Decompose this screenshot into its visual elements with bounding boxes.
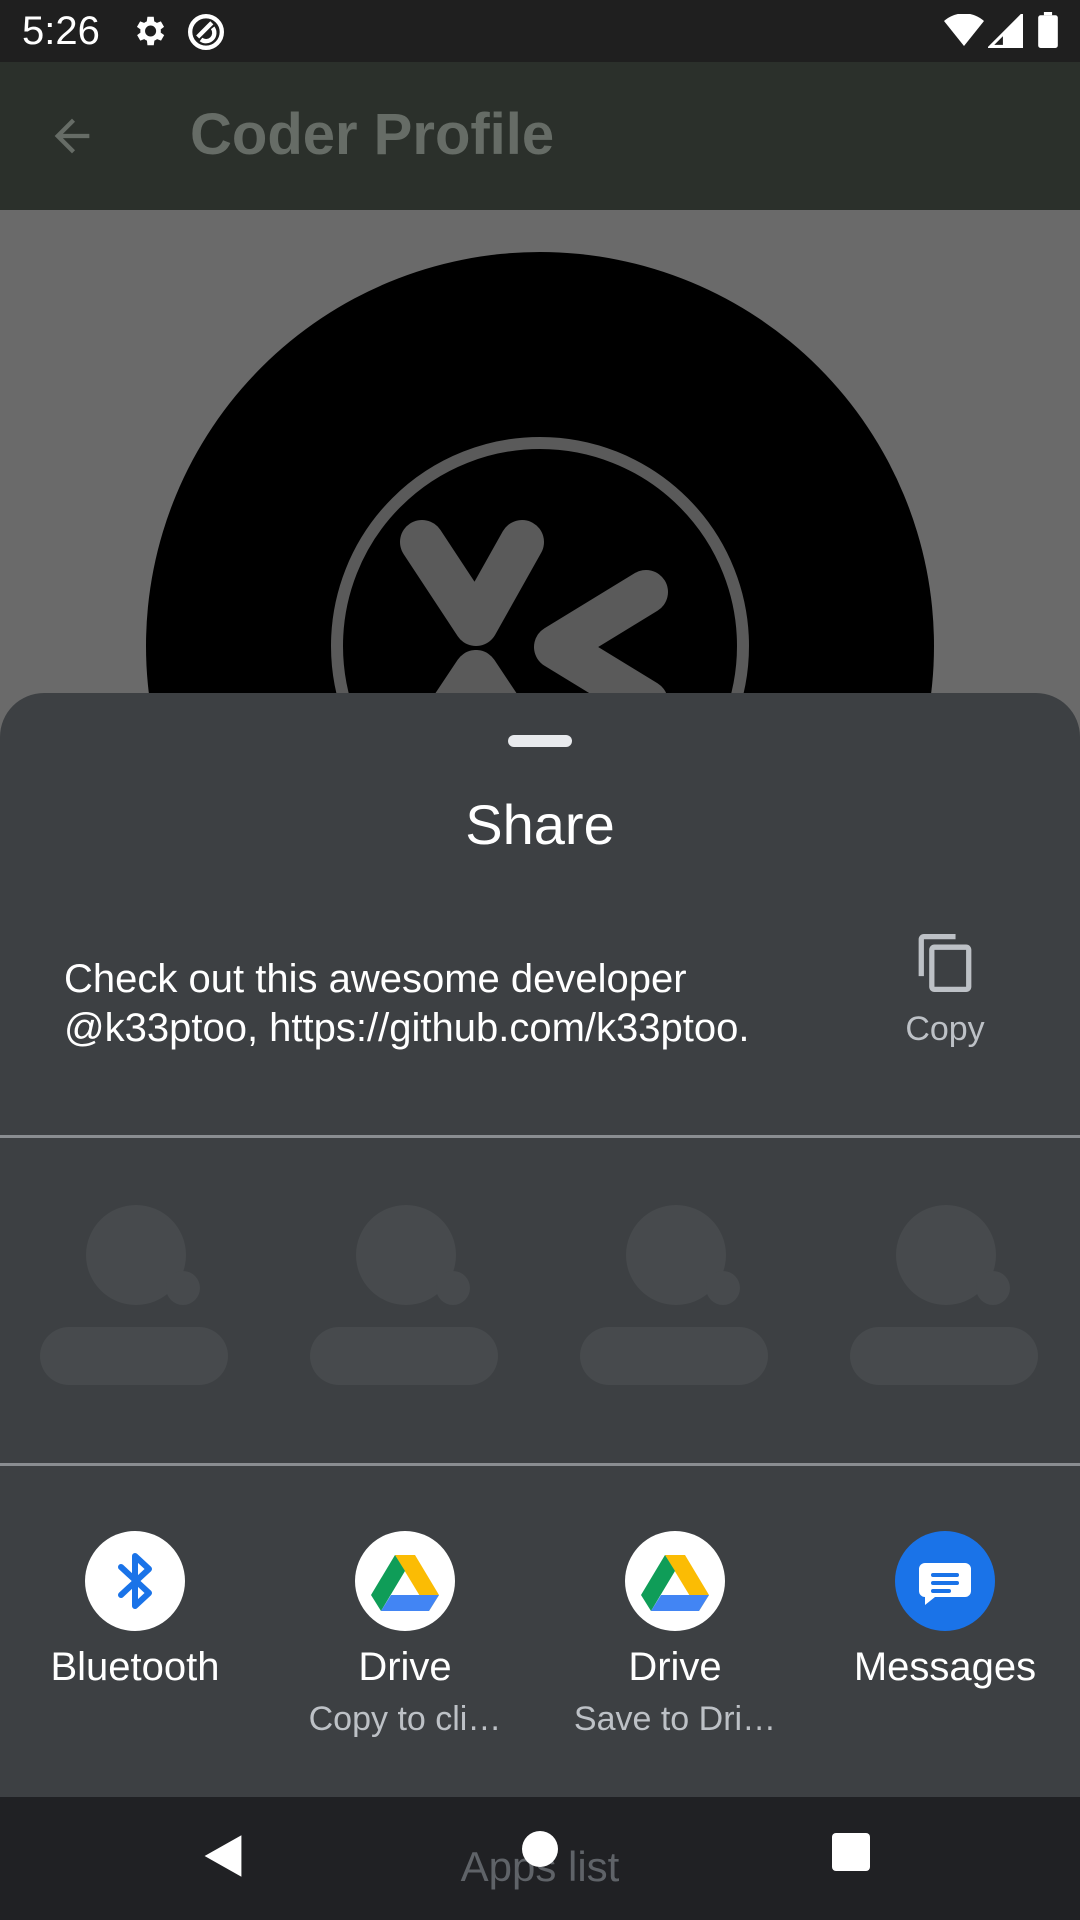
placeholder-badge: [436, 1271, 470, 1305]
drag-handle[interactable]: [508, 735, 572, 747]
messages-icon: [895, 1531, 995, 1631]
share-target-drive-save[interactable]: Drive Save to Dri…: [550, 1531, 800, 1771]
battery-icon: [1038, 12, 1058, 53]
nav-back-icon[interactable]: [200, 1833, 246, 1884]
placeholder-label: [40, 1327, 228, 1385]
placeholder-label: [850, 1327, 1038, 1385]
placeholder-badge: [706, 1271, 740, 1305]
settings-icon: [130, 12, 168, 55]
navigation-bar: Apps list: [0, 1797, 1080, 1920]
app-bar: Coder Profile: [0, 62, 1080, 210]
share-target-bluetooth[interactable]: Bluetooth: [10, 1531, 260, 1771]
wifi-icon: [944, 13, 984, 53]
share-target-sublabel: Copy to cli…: [308, 1700, 502, 1738]
placeholder-label: [310, 1327, 498, 1385]
share-target-label: Bluetooth: [50, 1645, 220, 1689]
nav-home-icon[interactable]: [522, 1831, 558, 1867]
share-target-label: Drive: [358, 1645, 452, 1689]
placeholder-badge: [166, 1271, 200, 1305]
share-target-messages[interactable]: Messages: [820, 1531, 1070, 1771]
copy-label: Copy: [905, 1010, 985, 1048]
bluetooth-icon: [85, 1531, 185, 1631]
share-target-sublabel: Save to Dri…: [573, 1700, 777, 1738]
share-preview-text: Check out this awesome developer @k33pto…: [64, 957, 750, 1050]
placeholder-label: [580, 1327, 768, 1385]
copy-icon: [916, 931, 974, 1000]
status-bar: 5:26: [0, 0, 1080, 62]
share-target-drive-copy[interactable]: Drive Copy to cli…: [280, 1531, 530, 1771]
google-drive-icon: [625, 1531, 725, 1631]
do-not-disturb-icon: [186, 12, 226, 57]
share-target-label: Messages: [853, 1645, 1037, 1689]
page-title: Coder Profile: [190, 102, 555, 167]
share-sheet-title: Share: [465, 793, 615, 856]
divider: [0, 1135, 1080, 1138]
divider: [0, 1463, 1080, 1466]
status-time: 5:26: [22, 9, 100, 53]
google-drive-icon: [355, 1531, 455, 1631]
signal-icon: [986, 11, 1024, 53]
nav-recents-icon[interactable]: [832, 1833, 870, 1871]
arrow-back-icon[interactable]: [46, 110, 98, 167]
share-target-label: Drive: [628, 1645, 722, 1689]
share-sheet: Share Check out this awesome developer @…: [0, 693, 1080, 1797]
copy-button[interactable]: Copy: [880, 931, 1010, 1061]
placeholder-badge: [976, 1271, 1010, 1305]
